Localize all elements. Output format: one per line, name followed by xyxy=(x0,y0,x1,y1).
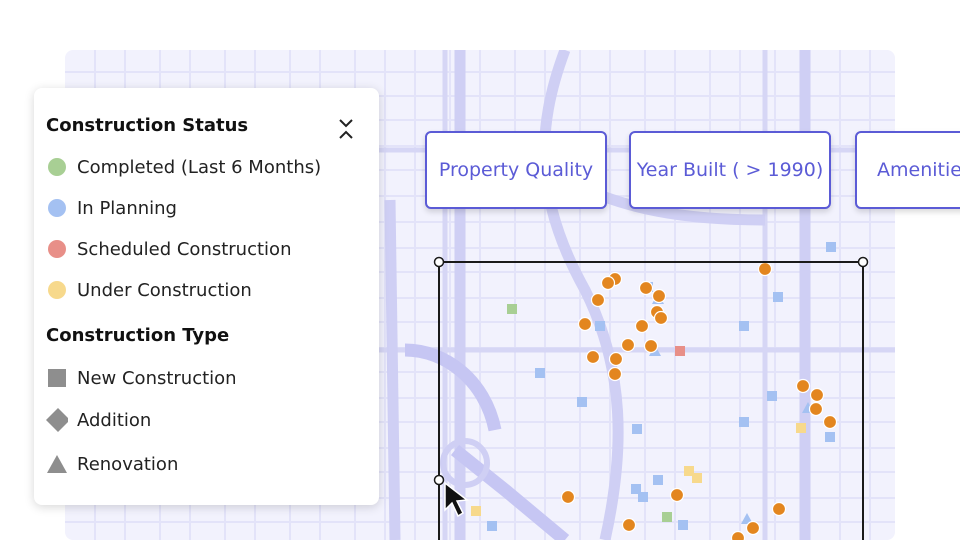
property-marker[interactable] xyxy=(585,349,601,365)
new-construction-marker[interactable] xyxy=(739,321,749,331)
property-marker[interactable] xyxy=(822,414,838,430)
property-marker[interactable] xyxy=(730,530,746,540)
property-marker[interactable] xyxy=(600,275,616,291)
property-marker[interactable] xyxy=(590,292,606,308)
new-construction-marker[interactable] xyxy=(767,391,777,401)
property-marker[interactable] xyxy=(795,378,811,394)
new-construction-marker[interactable] xyxy=(692,473,702,483)
property-marker[interactable] xyxy=(771,501,787,517)
new-construction-marker[interactable] xyxy=(487,521,497,531)
property-marker[interactable] xyxy=(653,310,669,326)
property-marker[interactable] xyxy=(607,366,623,382)
property-marker[interactable] xyxy=(643,338,659,354)
new-construction-marker[interactable] xyxy=(535,368,545,378)
new-construction-marker[interactable] xyxy=(632,424,642,434)
property-marker[interactable] xyxy=(757,261,773,277)
new-construction-marker[interactable] xyxy=(471,506,481,516)
property-marker[interactable] xyxy=(577,316,593,332)
property-marker[interactable] xyxy=(634,318,650,334)
new-construction-marker[interactable] xyxy=(825,432,835,442)
new-construction-marker[interactable] xyxy=(678,520,688,530)
new-construction-marker[interactable] xyxy=(675,346,685,356)
property-marker[interactable] xyxy=(638,280,654,296)
new-construction-marker[interactable] xyxy=(826,242,836,252)
mouse-pointer-icon xyxy=(444,481,469,518)
map-overlay xyxy=(433,242,869,540)
property-marker[interactable] xyxy=(651,288,667,304)
new-construction-marker[interactable] xyxy=(739,417,749,427)
new-construction-marker[interactable] xyxy=(631,484,641,494)
selection-handle-bottom-left[interactable] xyxy=(433,474,445,486)
property-marker[interactable] xyxy=(620,337,636,353)
new-construction-marker[interactable] xyxy=(507,304,517,314)
property-marker[interactable] xyxy=(809,387,825,403)
property-marker[interactable] xyxy=(560,489,576,505)
property-marker[interactable] xyxy=(608,351,624,367)
property-marker[interactable] xyxy=(745,520,761,536)
new-construction-marker[interactable] xyxy=(577,397,587,407)
new-construction-marker[interactable] xyxy=(662,512,672,522)
property-marker[interactable] xyxy=(808,401,824,417)
selection-handle-top-right[interactable] xyxy=(857,256,869,268)
property-marker[interactable] xyxy=(669,487,685,503)
new-construction-marker[interactable] xyxy=(595,321,605,331)
construction-markers xyxy=(471,242,838,540)
new-construction-marker[interactable] xyxy=(796,423,806,433)
selection-handle-top-left[interactable] xyxy=(433,256,445,268)
new-construction-marker[interactable] xyxy=(653,475,663,485)
new-construction-marker[interactable] xyxy=(773,292,783,302)
selection-rectangle[interactable] xyxy=(438,261,864,540)
property-marker[interactable] xyxy=(621,517,637,533)
